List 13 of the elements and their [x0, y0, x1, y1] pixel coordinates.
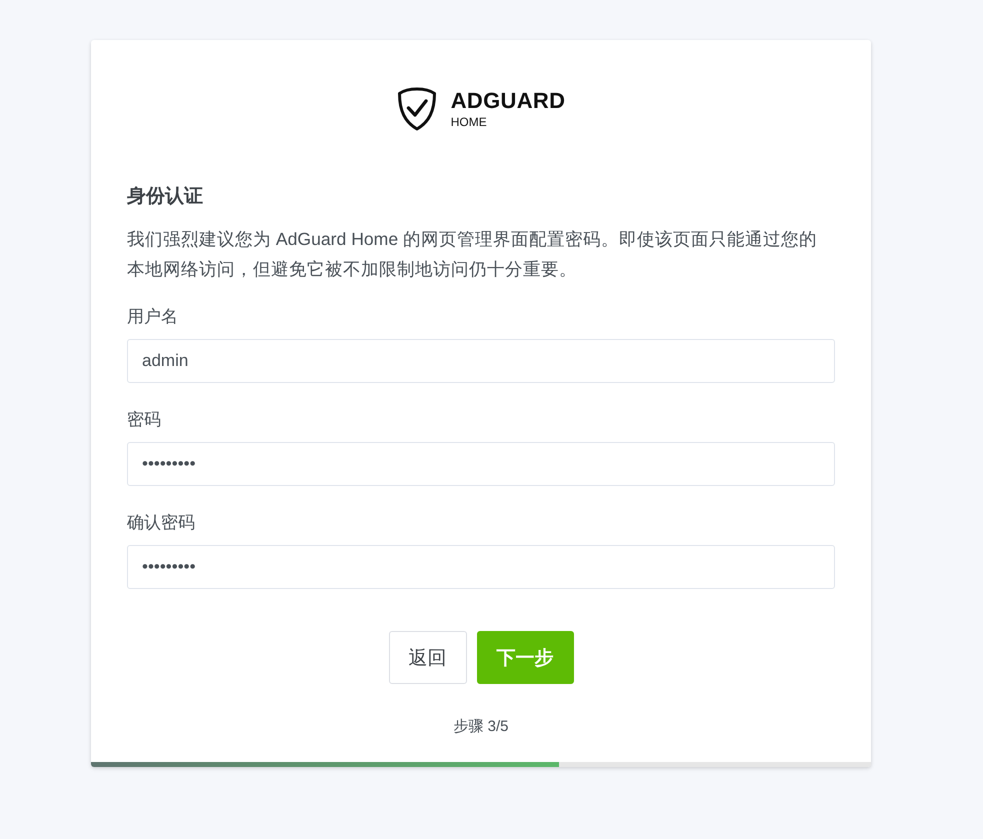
section-heading: 身份认证	[127, 185, 204, 209]
step-indicator: 步骤 3/5	[452, 717, 510, 737]
description-text: 我们强烈建议您为 AdGuard Home 的网页管理界面配置密码。即使该页面只能通过您的本地网络访问，但避免它被不加限制地访问仍十分重要。	[127, 228, 818, 281]
shield-check-icon	[396, 87, 437, 131]
username-field[interactable]: admin	[127, 339, 835, 383]
confirm-password-label: 确认密码	[127, 512, 195, 534]
confirm-password-field[interactable]: •••••••••	[127, 545, 835, 589]
back-button[interactable]: 返回	[388, 631, 466, 684]
password-label: 密码	[127, 409, 161, 431]
logo-subtitle: HOME	[450, 116, 488, 128]
logo-wordmark: ADGUARD	[450, 90, 566, 112]
username-label: 用户名	[127, 306, 178, 328]
password-field[interactable]: •••••••••	[127, 442, 835, 486]
